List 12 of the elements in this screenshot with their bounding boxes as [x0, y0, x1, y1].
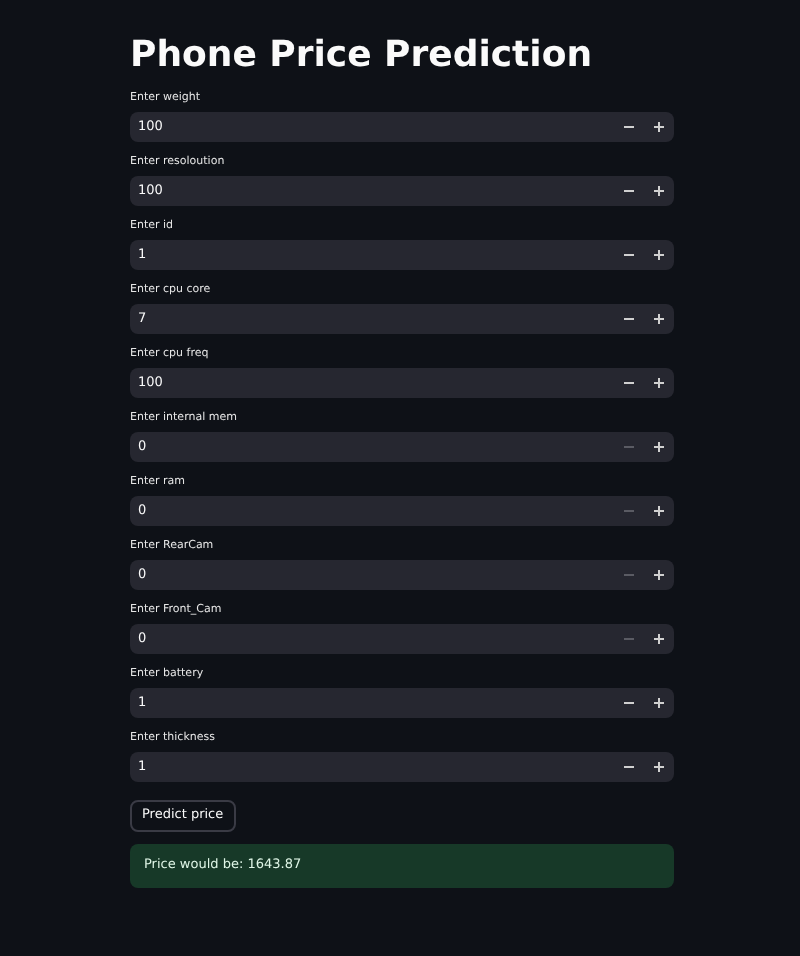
page-title: Phone Price Prediction: [130, 34, 595, 78]
plus-icon[interactable]: [654, 314, 664, 324]
plus-icon[interactable]: [654, 442, 664, 452]
plus-icon[interactable]: [654, 634, 664, 644]
plus-icon[interactable]: [654, 186, 664, 196]
plus-icon[interactable]: [654, 506, 664, 516]
plus-icon[interactable]: [654, 698, 664, 708]
plus-icon[interactable]: [654, 570, 664, 580]
plus-icon[interactable]: [654, 762, 664, 772]
plus-icon[interactable]: [654, 122, 664, 132]
plus-icon[interactable]: [654, 250, 664, 260]
plus-icon[interactable]: [654, 378, 664, 388]
